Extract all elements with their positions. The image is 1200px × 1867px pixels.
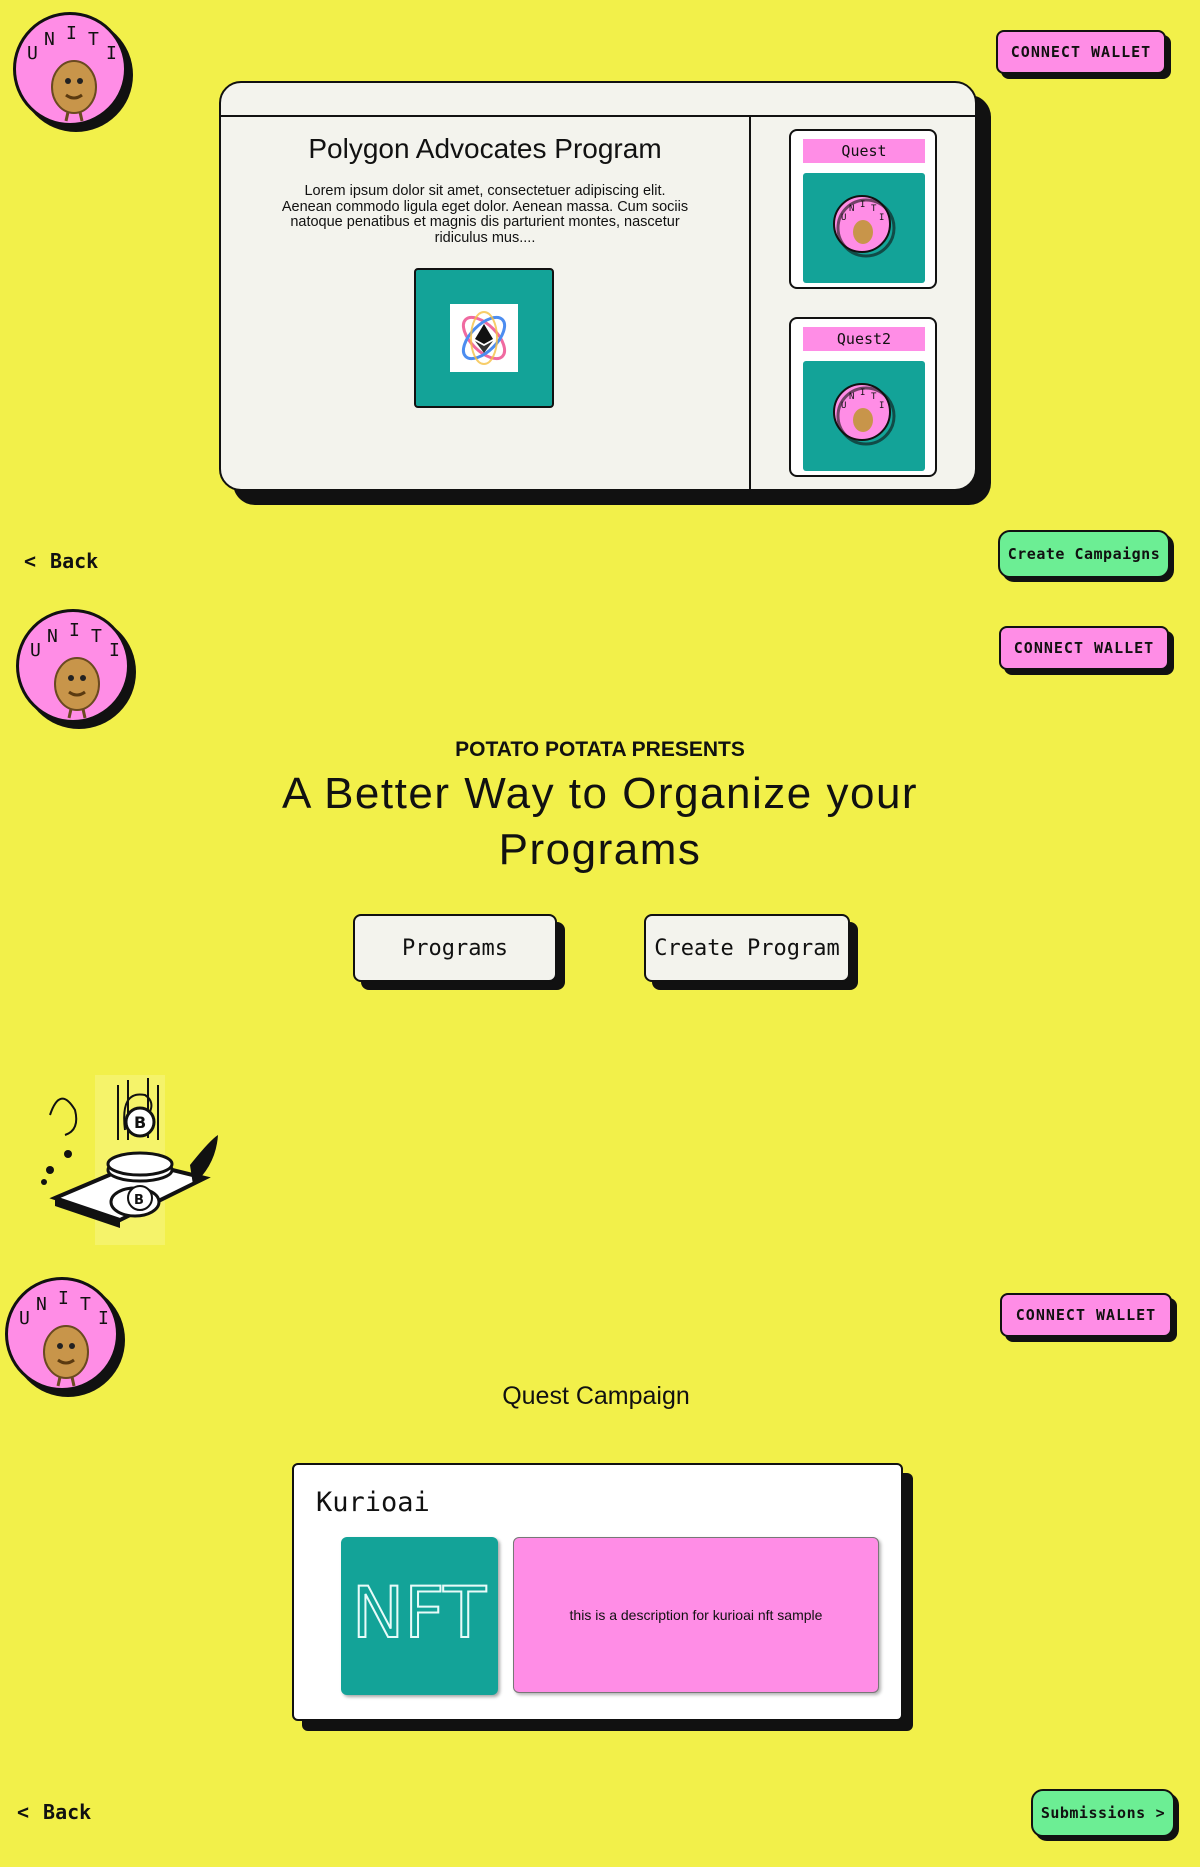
program-title: Polygon Advocates Program [308,133,662,164]
svg-text:T: T [80,1294,91,1315]
submissions-label: Submissions [1040,1804,1146,1822]
quest-label: Quest [803,139,925,163]
svg-text:I: I [109,640,120,661]
svg-text:N: N [47,626,58,647]
svg-text:I: I [69,620,80,641]
card-divider [749,115,751,489]
program-card: Polygon Advocates Program Lorem ipsum do… [219,81,977,491]
chevron-left-icon: < [24,549,37,573]
crypto-coins-phone-illustration: B B [40,1070,240,1250]
unit-logo[interactable]: U N I T I [16,609,138,731]
ethereum-orbit-icon [461,311,507,365]
svg-text:B: B [134,1113,146,1132]
chevron-left-icon: < [17,1800,30,1824]
svg-text:NFT: NFT [352,1572,486,1654]
back-link[interactable]: < Back [17,1800,91,1824]
svg-text:T: T [871,204,877,214]
programs-button[interactable]: Programs [353,914,557,982]
campaign-name: Kurioai [316,1487,430,1518]
svg-text:B: B [134,1193,144,1208]
back-label: Back [43,1800,92,1824]
quest-image: U N I T I [803,361,925,471]
svg-text:U: U [27,43,38,64]
logo-letters: U N I T I [30,620,120,661]
quest-card[interactable]: Quest2 U N I T I [789,317,937,477]
svg-text:N: N [849,204,854,214]
svg-text:N: N [849,392,854,402]
program-token-frame [450,304,518,372]
quest-card[interactable]: Quest U N I T I [789,129,937,289]
submissions-button[interactable]: Submissions > [1031,1789,1175,1837]
svg-text:T: T [91,626,102,647]
hero-eyebrow: POTATO POTATA PRESENTS [455,738,745,761]
quest-image: U N I T I [803,173,925,283]
svg-text:I: I [106,43,117,64]
svg-text:I: I [879,401,884,411]
program-description: Lorem ipsum dolor sit amet, consectetuer… [281,183,689,246]
campaign-description: this is a description for kurioai nft sa… [513,1537,879,1693]
unit-logo[interactable]: U N I T I [5,1277,127,1399]
svg-text:U: U [841,401,846,411]
connect-wallet-button[interactable]: CONNECT WALLET [999,626,1169,670]
svg-text:N: N [36,1294,47,1315]
connect-wallet-button[interactable]: CONNECT WALLET [1000,1293,1172,1337]
svg-text:T: T [871,392,877,402]
crypto-illustration-icon: B B [41,1075,218,1245]
create-campaigns-button[interactable]: Create Campaigns [998,530,1170,578]
logo-letters: U N I T I [27,23,117,64]
svg-text:I: I [98,1308,109,1329]
svg-text:I: I [860,388,865,398]
svg-text:U: U [19,1308,30,1329]
nft-image: NFT [341,1537,498,1695]
quest-label: Quest2 [803,327,925,351]
svg-text:U: U [841,213,846,223]
chevron-right-icon: > [1155,1804,1166,1822]
mini-logo-icon: U N I T I [833,195,896,258]
back-link[interactable]: < Back [24,549,98,573]
mini-logo-icon: U N I T I [833,383,896,446]
svg-text:I: I [66,23,77,44]
back-label: Back [50,549,99,573]
svg-text:I: I [860,200,865,210]
unit-logo[interactable]: U N I T I [13,12,135,134]
connect-wallet-button[interactable]: CONNECT WALLET [996,30,1166,74]
create-program-button[interactable]: Create Program [644,914,850,982]
nft-outline-text: NFT [351,1571,487,1655]
svg-text:T: T [88,29,99,50]
svg-text:N: N [44,29,55,50]
logo-letters: U N I T I [19,1288,109,1329]
program-image[interactable] [414,268,554,408]
svg-text:I: I [58,1288,69,1309]
svg-text:U: U [30,640,41,661]
campaign-card[interactable]: Kurioai NFT this is a description for ku… [292,1463,903,1721]
svg-text:I: I [879,213,884,223]
card-top-bar [221,115,975,117]
hero-headline: A Better Way to Organize your Programs [281,769,919,874]
quest-campaign-heading: Quest Campaign [502,1382,690,1410]
